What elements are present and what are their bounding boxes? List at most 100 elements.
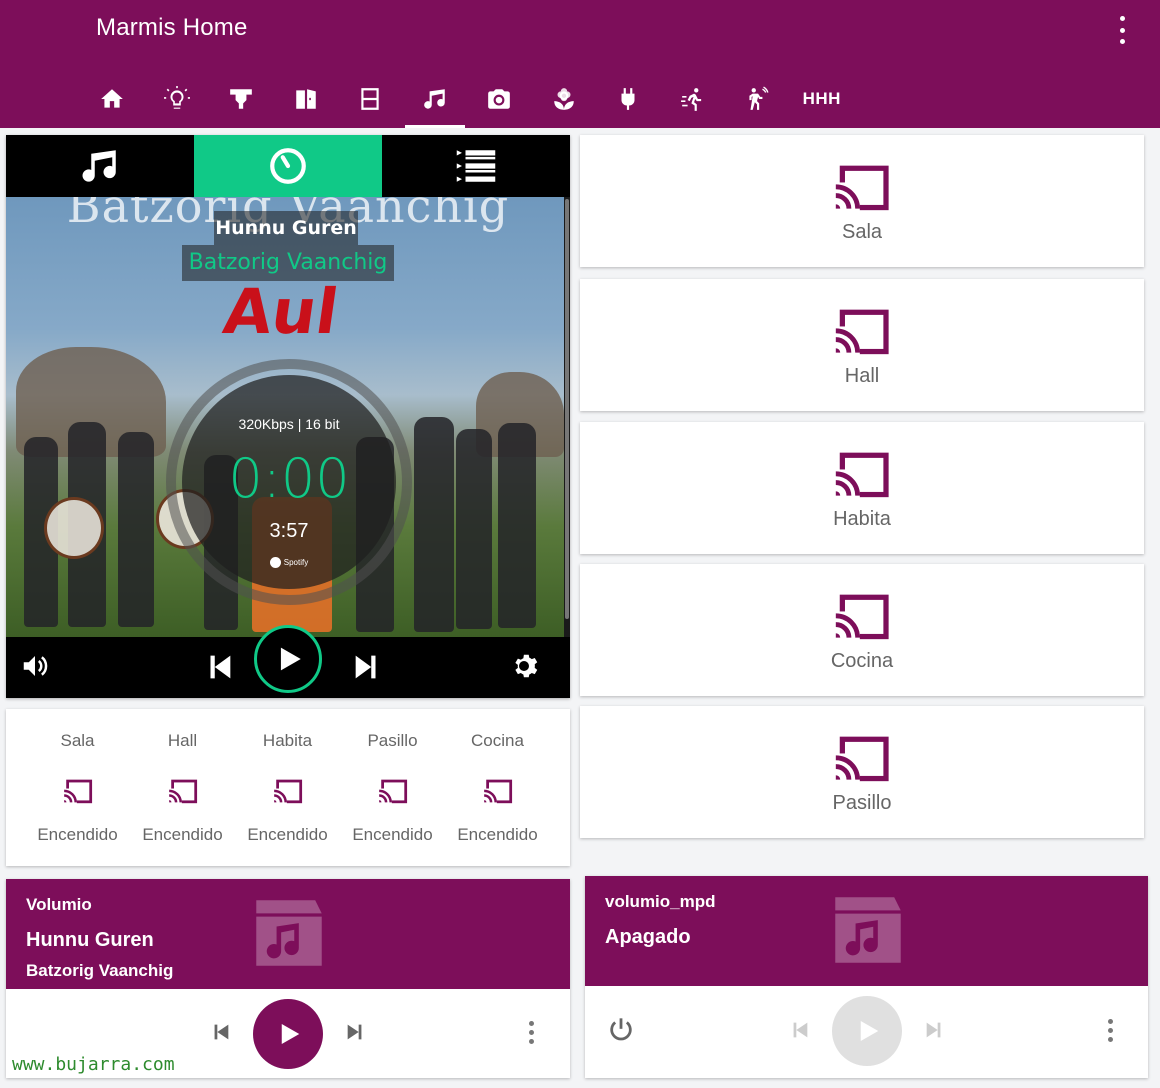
skip-next-icon bbox=[347, 1024, 362, 1040]
cast-icon bbox=[378, 779, 408, 805]
tab-hhh-label: HHH bbox=[802, 89, 841, 108]
tab-power[interactable] bbox=[596, 70, 661, 128]
cast-icon bbox=[833, 452, 889, 500]
plug-icon bbox=[621, 88, 635, 110]
previous-button[interactable] bbox=[202, 650, 236, 684]
service-badge: Spotify bbox=[182, 557, 396, 568]
skip-next-icon bbox=[355, 655, 376, 679]
speaker-cocina[interactable]: Cocina Encendido bbox=[445, 709, 550, 866]
track-title: Hunnu Guren bbox=[214, 211, 358, 245]
service-label: Spotify bbox=[283, 558, 309, 567]
cast-card-pasillo[interactable]: Pasillo bbox=[580, 706, 1144, 838]
power-button[interactable] bbox=[607, 1016, 635, 1044]
skip-next-icon bbox=[926, 1022, 941, 1038]
cast-device-name: Habita bbox=[833, 508, 891, 530]
tab-hhh[interactable]: HHH bbox=[790, 70, 855, 128]
media-next-button[interactable] bbox=[344, 1021, 366, 1043]
cast-icon bbox=[168, 779, 198, 805]
cast-card-cocina[interactable]: Cocina bbox=[580, 564, 1144, 696]
app-title: Marmis Home bbox=[96, 14, 248, 41]
overflow-menu-icon[interactable] bbox=[1110, 16, 1134, 44]
tab-motion[interactable] bbox=[661, 70, 726, 128]
tab-windows[interactable] bbox=[338, 70, 403, 128]
album-art-title-text: Aul bbox=[219, 275, 343, 348]
cast-icon bbox=[483, 779, 513, 805]
speaker-name: Cocina bbox=[471, 731, 524, 750]
speaker-hall[interactable]: Hall Encendido bbox=[130, 709, 235, 866]
cast-device-name: Cocina bbox=[830, 650, 894, 672]
dial-icon bbox=[270, 148, 306, 184]
play-icon bbox=[281, 1024, 300, 1044]
tab-browse[interactable] bbox=[6, 135, 194, 197]
speaker-name: Sala bbox=[60, 731, 95, 750]
media-player-header: Volumio Hunnu Guren Batzorig Vaanchig bbox=[6, 879, 570, 989]
tab-garden[interactable] bbox=[532, 70, 597, 128]
movie-music-icon bbox=[256, 900, 322, 966]
media-previous-button[interactable] bbox=[789, 1019, 811, 1041]
lightbulb-icon bbox=[163, 86, 190, 109]
gear-icon bbox=[515, 654, 538, 678]
player-tabs bbox=[6, 135, 570, 197]
cast-icon bbox=[833, 736, 889, 784]
player-scrollbar[interactable] bbox=[564, 197, 570, 637]
view-tabs: HHH bbox=[80, 70, 854, 128]
speaker-pasillo[interactable]: Pasillo Encendido bbox=[340, 709, 445, 866]
media-player-volumio: Volumio Hunnu Guren Batzorig Vaanchig bbox=[6, 879, 570, 1078]
media-play-button[interactable] bbox=[832, 996, 902, 1066]
queue-list-icon bbox=[456, 150, 496, 182]
track-artist: Batzorig Vaanchig bbox=[182, 245, 394, 281]
skip-previous-icon bbox=[210, 655, 231, 679]
media-source: Volumio bbox=[26, 895, 92, 914]
play-icon bbox=[280, 647, 301, 671]
tab-projector[interactable] bbox=[209, 70, 274, 128]
play-button[interactable] bbox=[254, 625, 322, 693]
camera-icon bbox=[488, 89, 511, 109]
tab-presence[interactable] bbox=[725, 70, 790, 128]
music-note-icon bbox=[423, 89, 445, 109]
tab-playback[interactable] bbox=[194, 135, 382, 197]
cast-card-sala[interactable]: Sala bbox=[580, 135, 1144, 267]
watermark: www.bujarra.com bbox=[12, 1054, 175, 1075]
speaker-status: Encendido bbox=[37, 825, 118, 844]
tab-home[interactable] bbox=[80, 70, 145, 128]
tab-cameras[interactable] bbox=[467, 70, 532, 128]
cast-icon bbox=[833, 309, 889, 357]
cast-icon bbox=[833, 594, 889, 642]
speaker-name: Pasillo bbox=[367, 731, 418, 750]
more-vert-icon[interactable] bbox=[1108, 1019, 1113, 1042]
media-title: Hunnu Guren bbox=[26, 929, 154, 951]
more-vert-icon[interactable] bbox=[529, 1021, 534, 1044]
media-previous-button[interactable] bbox=[210, 1021, 232, 1043]
speaker-status-card: Sala Encendido Hall Encendido Habita Enc… bbox=[6, 709, 570, 866]
projector-icon bbox=[230, 89, 253, 109]
cast-card-hall[interactable]: Hall bbox=[580, 279, 1144, 411]
tab-music[interactable] bbox=[403, 70, 468, 128]
media-next-button[interactable] bbox=[923, 1019, 945, 1041]
speaker-sala[interactable]: Sala Encendido bbox=[25, 709, 130, 866]
speaker-status: Encendido bbox=[142, 825, 223, 844]
media-player-volumio-mpd: volumio_mpd Apagado bbox=[585, 876, 1148, 1078]
tab-doors[interactable] bbox=[274, 70, 339, 128]
playback-controls bbox=[6, 625, 570, 698]
album-art: Batzorig Vaanchig Aul Hunnu Guren Batzor… bbox=[6, 197, 564, 637]
speaker-name: Hall bbox=[167, 731, 198, 750]
cast-device-name: Hall bbox=[844, 365, 880, 387]
skip-previous-icon bbox=[214, 1024, 229, 1040]
tab-lights[interactable] bbox=[145, 70, 210, 128]
media-player-header: volumio_mpd Apagado bbox=[585, 876, 1148, 986]
next-button[interactable] bbox=[350, 650, 384, 684]
cast-card-habita[interactable]: Habita bbox=[580, 422, 1144, 554]
media-play-button[interactable] bbox=[253, 999, 323, 1069]
door-icon bbox=[296, 89, 316, 109]
tab-queue[interactable] bbox=[382, 135, 570, 197]
media-title: Apagado bbox=[605, 926, 691, 948]
app-header: Marmis Home HHH bbox=[0, 0, 1160, 128]
speaker-status: Encendido bbox=[457, 825, 538, 844]
speaker-habita[interactable]: Habita Encendido bbox=[235, 709, 340, 866]
media-artist: Batzorig Vaanchig bbox=[26, 961, 174, 980]
volume-button[interactable] bbox=[20, 651, 50, 681]
play-icon bbox=[860, 1021, 879, 1041]
power-icon bbox=[610, 1018, 632, 1041]
settings-button[interactable] bbox=[509, 651, 539, 681]
cast-device-name: Pasillo bbox=[832, 792, 892, 814]
